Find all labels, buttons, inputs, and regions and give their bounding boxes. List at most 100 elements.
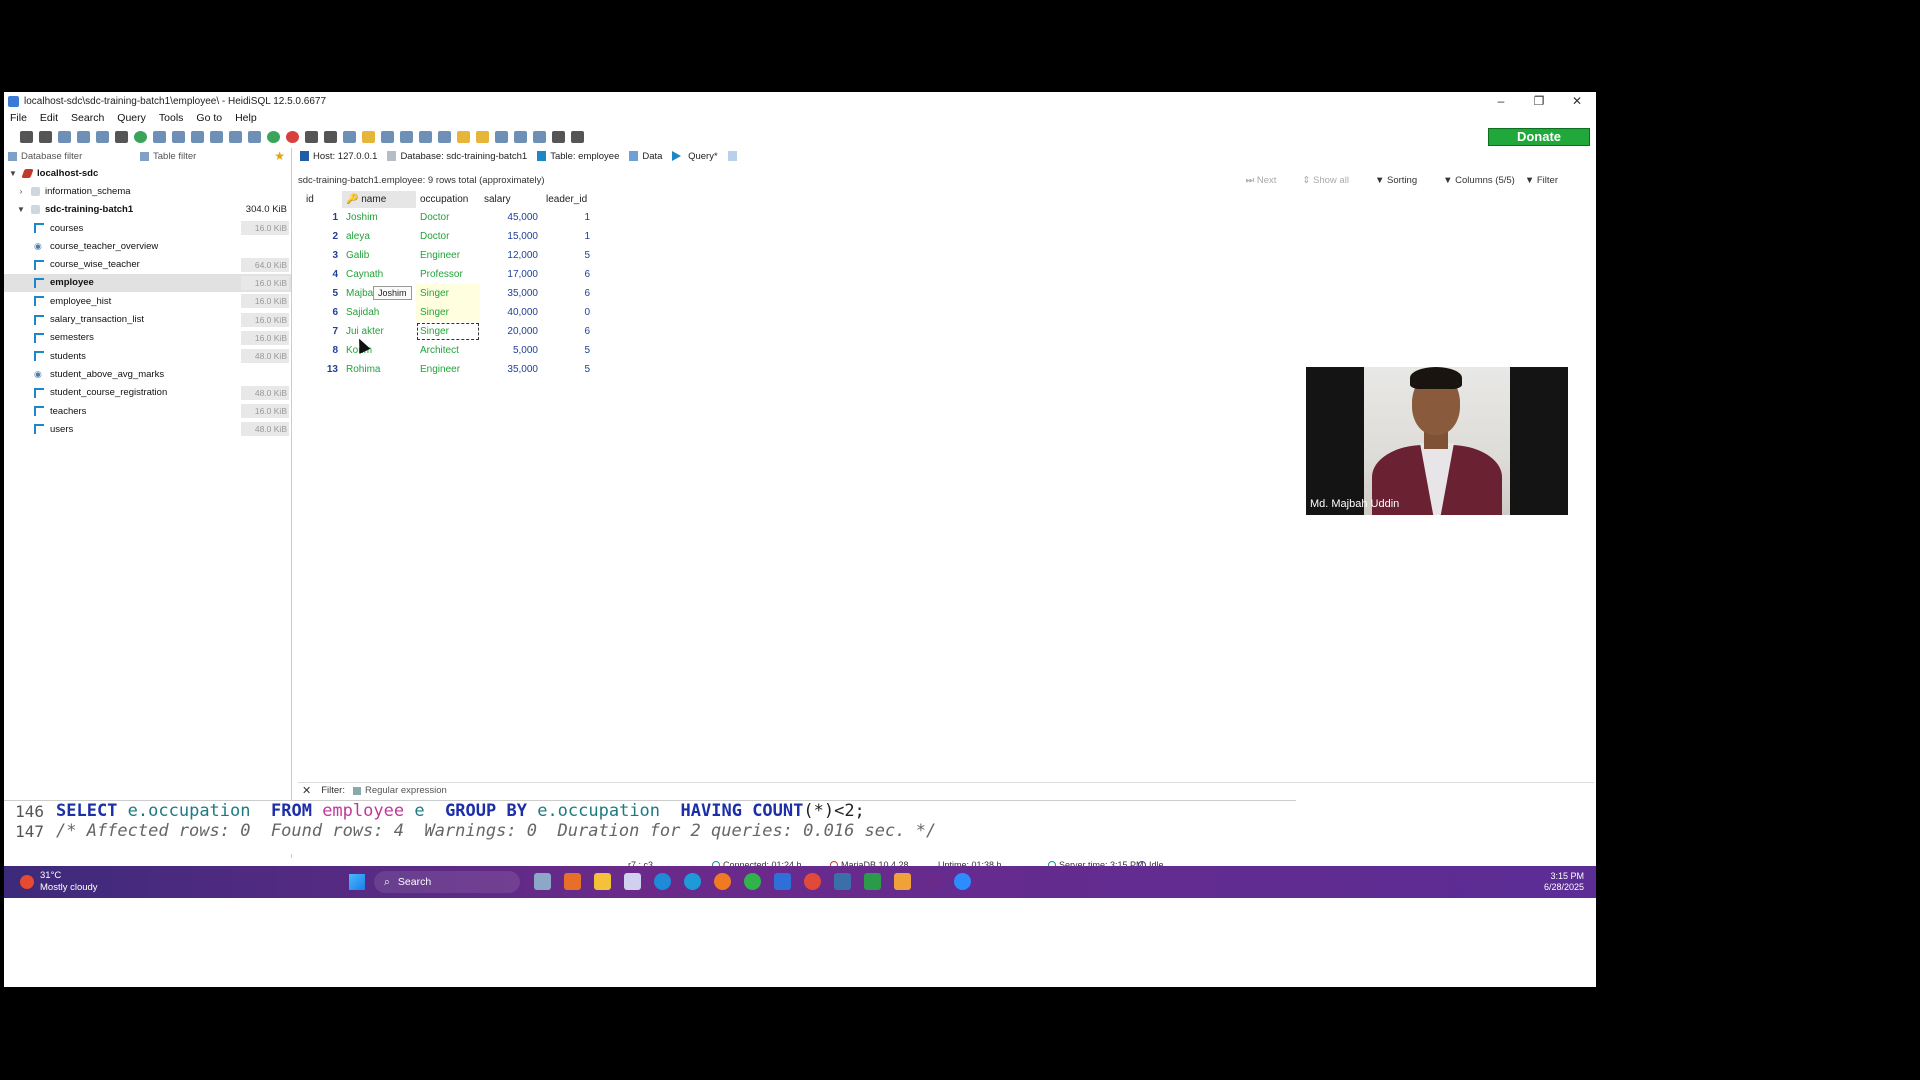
- table-filter-input[interactable]: Table filter: [153, 151, 274, 162]
- cell-leader-id[interactable]: 0: [542, 303, 594, 322]
- star-icon[interactable]: ★: [274, 149, 285, 163]
- close-button[interactable]: ✕: [1558, 94, 1596, 108]
- chrome-icon[interactable]: [804, 873, 821, 890]
- cell-salary[interactable]: 17,000: [480, 265, 542, 284]
- xampp-icon[interactable]: [894, 873, 911, 890]
- cell-id[interactable]: 2: [302, 227, 342, 246]
- whatsapp-icon[interactable]: [744, 873, 761, 890]
- cell-leader-id[interactable]: 1: [542, 227, 594, 246]
- zoom-icon[interactable]: [954, 873, 971, 890]
- cell-occupation[interactable]: Doctor: [416, 227, 480, 246]
- cell-occupation[interactable]: Architect: [416, 341, 480, 360]
- columns-button[interactable]: ▼ Columns (5/5): [1443, 175, 1515, 186]
- cell-leader-id[interactable]: 6: [542, 265, 594, 284]
- tree-item[interactable]: employee 16.0 KiB: [4, 273, 291, 293]
- paste-icon[interactable]: [77, 131, 90, 143]
- insert-row-icon[interactable]: [267, 131, 280, 143]
- maximize-button[interactable]: ❐: [1520, 94, 1558, 108]
- tree-item[interactable]: courses 16.0 KiB: [4, 219, 291, 237]
- delete-row-icon[interactable]: [286, 131, 299, 143]
- cell-salary[interactable]: 40,000: [480, 303, 542, 322]
- column-header-leader-id[interactable]: leader_id: [542, 191, 594, 208]
- first-record-icon[interactable]: [229, 131, 242, 143]
- table-row[interactable]: 7 Jui akter Singer 20,000 6: [302, 322, 594, 341]
- cell-name[interactable]: Korim: [342, 341, 416, 360]
- table-row[interactable]: 13 Rohima Engineer 35,000 5: [302, 360, 594, 379]
- tab-query[interactable]: Query*: [672, 151, 718, 162]
- file-explorer-icon[interactable]: [594, 873, 611, 890]
- tree-item[interactable]: ◉ student_above_avg_marks: [4, 365, 291, 383]
- chevron-down-icon[interactable]: ▼: [16, 205, 26, 214]
- store-icon[interactable]: [624, 873, 641, 890]
- chevron-down-icon[interactable]: ▼: [8, 169, 18, 178]
- cell-name[interactable]: Sajidah: [342, 303, 416, 322]
- tree-item[interactable]: users 48.0 KiB: [4, 420, 291, 438]
- taskbar-search[interactable]: ⌕ Search: [374, 871, 520, 893]
- cell-id[interactable]: 6: [302, 303, 342, 322]
- tree-item[interactable]: › information_schema: [4, 182, 291, 200]
- tree-item[interactable]: salary_transaction_list 16.0 KiB: [4, 310, 291, 328]
- edge-icon[interactable]: [684, 873, 701, 890]
- cell-occupation[interactable]: Singer: [416, 322, 480, 341]
- copy-icon[interactable]: [58, 131, 71, 143]
- table-row[interactable]: 2 aleya Doctor 15,000 1: [302, 227, 594, 246]
- cell-leader-id[interactable]: 5: [542, 341, 594, 360]
- column-header-occupation[interactable]: occupation: [416, 191, 480, 208]
- menu-query[interactable]: Query: [117, 112, 146, 124]
- tree-item[interactable]: semesters 16.0 KiB: [4, 329, 291, 347]
- chevron-right-icon[interactable]: ›: [16, 187, 26, 196]
- cell-id[interactable]: 13: [302, 360, 342, 379]
- heidisql-icon[interactable]: [834, 873, 851, 890]
- help-icon[interactable]: [210, 131, 223, 143]
- show-all-button[interactable]: ⇕ Show all: [1302, 175, 1349, 186]
- cell-name[interactable]: Caynath: [342, 265, 416, 284]
- tab-database[interactable]: Database: sdc-training-batch1: [387, 151, 527, 162]
- sync-icon[interactable]: [191, 131, 204, 143]
- menu-file[interactable]: File: [10, 112, 27, 124]
- column-header-id[interactable]: id: [302, 191, 342, 208]
- table-row[interactable]: 1 Joshim Doctor 45,000 1: [302, 208, 594, 227]
- cell-name[interactable]: Joshim: [342, 208, 416, 227]
- start-button[interactable]: [349, 874, 365, 890]
- sorting-button[interactable]: ▼ Sorting: [1375, 175, 1417, 186]
- run-icon[interactable]: [343, 131, 356, 143]
- cell-leader-id[interactable]: 5: [542, 360, 594, 379]
- menu-tools[interactable]: Tools: [159, 112, 184, 124]
- connect-icon[interactable]: [20, 131, 33, 143]
- sql-log-pane[interactable]: 146 SELECT e.occupation FROM employee e G…: [4, 800, 1296, 854]
- print-icon[interactable]: [115, 131, 128, 143]
- tree-item[interactable]: ▼ localhost-sdc: [4, 164, 291, 182]
- tab-table[interactable]: Table: employee: [537, 151, 619, 162]
- minimize-button[interactable]: –: [1482, 94, 1520, 108]
- tree-item[interactable]: ◉ course_teacher_overview: [4, 237, 291, 255]
- cell-id[interactable]: 4: [302, 265, 342, 284]
- new-query-tab-icon[interactable]: [727, 151, 741, 161]
- export-icon[interactable]: [153, 131, 166, 143]
- cell-name[interactable]: Galib: [342, 246, 416, 265]
- regex-toggle[interactable]: Regular expression: [352, 785, 447, 796]
- cell-occupation[interactable]: Singer: [416, 284, 480, 303]
- cell-salary[interactable]: 5,000: [480, 341, 542, 360]
- tree-item[interactable]: course_wise_teacher 64.0 KiB: [4, 255, 291, 273]
- table-row[interactable]: 6 Sajidah Singer 40,000 0: [302, 303, 594, 322]
- task-view-icon[interactable]: [534, 873, 551, 890]
- highlight-icon[interactable]: [476, 131, 489, 143]
- skype-icon[interactable]: [654, 873, 671, 890]
- tree-item[interactable]: student_course_registration 48.0 KiB: [4, 384, 291, 402]
- close-filter-icon[interactable]: ✕: [302, 784, 311, 797]
- cell-id[interactable]: 7: [302, 322, 342, 341]
- last-record-icon[interactable]: [248, 131, 261, 143]
- find-icon[interactable]: [419, 131, 432, 143]
- refresh-icon[interactable]: [134, 131, 147, 143]
- cell-id[interactable]: 3: [302, 246, 342, 265]
- cell-occupation[interactable]: Engineer: [416, 360, 480, 379]
- cell-salary[interactable]: 12,000: [480, 246, 542, 265]
- wrap-icon[interactable]: [533, 131, 546, 143]
- menu-search[interactable]: Search: [71, 112, 104, 124]
- column-header-salary[interactable]: salary: [480, 191, 542, 208]
- cell-id[interactable]: 1: [302, 208, 342, 227]
- list-icon[interactable]: [514, 131, 527, 143]
- cancel-icon[interactable]: [305, 131, 318, 143]
- donate-button[interactable]: Donate: [1488, 128, 1590, 146]
- clean-icon[interactable]: [457, 131, 470, 143]
